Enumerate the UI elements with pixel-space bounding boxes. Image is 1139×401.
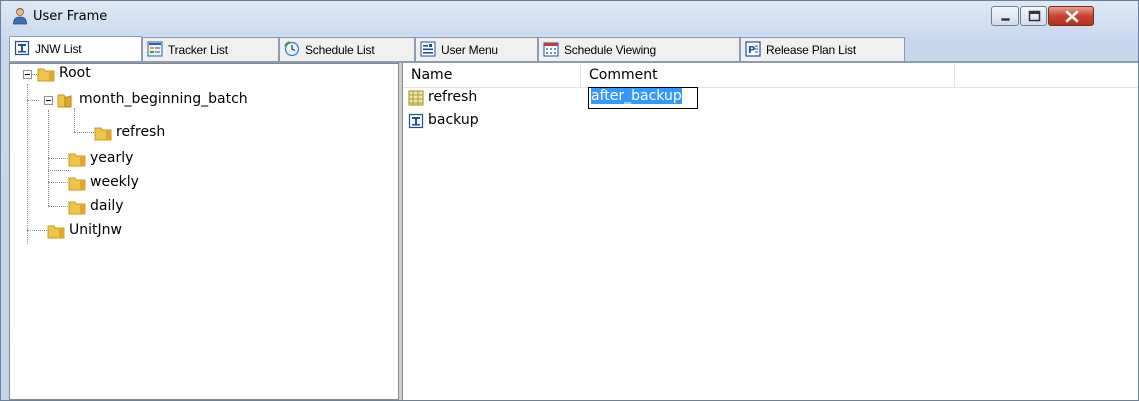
selected-text: after_backup — [591, 88, 682, 104]
folder-icon — [68, 153, 86, 167]
folder-icon — [47, 225, 65, 239]
tab-label: JNW List — [35, 42, 82, 56]
tree-line — [27, 100, 39, 101]
tree-node-label: yearly — [90, 150, 134, 166]
tab-label: Schedule List — [305, 43, 375, 57]
tree-node-label: UnitJnw — [69, 222, 122, 238]
tree-node-label: weekly — [90, 174, 139, 190]
tracker-icon — [147, 41, 163, 57]
table-row[interactable]: refresh after_backup — [403, 87, 1138, 109]
close-icon — [1065, 10, 1079, 23]
content-area: Root month_beginning_batch refresh yearl… — [9, 61, 1138, 400]
tree-line — [27, 84, 28, 230]
tree-line — [48, 158, 68, 159]
tree-line — [74, 108, 75, 132]
tree-node-label: refresh — [116, 124, 166, 140]
comment-edit-field[interactable]: after_backup — [588, 87, 698, 109]
calendar-icon — [543, 41, 559, 57]
tab-schedule-viewing[interactable]: Schedule Viewing — [538, 37, 740, 61]
tree-line — [48, 206, 68, 207]
window-title: User Frame — [33, 9, 108, 24]
jnw-icon — [408, 113, 424, 129]
tab-label: Schedule Viewing — [564, 43, 656, 57]
tree-line — [27, 230, 47, 231]
column-header-label: Name — [411, 67, 453, 83]
tab-tracker-list[interactable]: Tracker List — [142, 37, 279, 61]
jobnet-icon — [408, 90, 424, 106]
tab-release-plan-list[interactable]: P Release Plan List — [740, 37, 905, 61]
folder-icon — [68, 201, 86, 215]
jnw-list-view[interactable]: Name Comment refresh after_backup backup — [402, 63, 1138, 400]
close-button[interactable] — [1048, 6, 1094, 26]
folder-icon — [68, 177, 86, 191]
tab-user-menu[interactable]: User Menu — [415, 37, 538, 61]
tree-node-label: Root — [59, 65, 91, 81]
column-header-comment[interactable]: Comment — [581, 63, 954, 87]
open-folder-icon — [57, 94, 72, 108]
minimize-icon — [1000, 17, 1011, 22]
column-header-name[interactable]: Name — [403, 63, 580, 87]
maximize-button[interactable] — [1020, 6, 1047, 26]
user-frame-window: User Frame JNW List Tracker List Schedul… — [0, 0, 1139, 401]
minimize-button[interactable] — [991, 6, 1019, 26]
jnw-tree[interactable]: Root month_beginning_batch refresh yearl… — [9, 63, 399, 400]
tree-line — [74, 132, 94, 133]
collapse-toggle[interactable] — [23, 70, 32, 79]
tree-node-label: month_beginning_batch — [79, 91, 248, 107]
column-divider[interactable] — [954, 63, 955, 87]
schedule-icon — [284, 41, 300, 57]
list-header: Name Comment — [403, 63, 1138, 88]
table-row[interactable]: backup — [403, 110, 1138, 132]
user-menu-icon — [420, 41, 436, 57]
tab-label: Tracker List — [168, 43, 228, 57]
jnw-icon — [14, 40, 30, 56]
tab-jnw-list[interactable]: JNW List — [9, 36, 142, 62]
column-header-label: Comment — [589, 67, 658, 83]
row-name: backup — [428, 112, 479, 128]
tree-line — [48, 110, 49, 206]
comment-cell[interactable]: after_backup — [588, 87, 698, 109]
folder-icon — [94, 127, 112, 141]
tree-line — [48, 170, 69, 171]
tab-schedule-list[interactable]: Schedule List — [279, 37, 415, 61]
tab-label: Release Plan List — [766, 43, 856, 57]
release-plan-icon: P — [745, 41, 761, 57]
collapse-toggle[interactable] — [44, 96, 53, 105]
tab-label: User Menu — [441, 43, 498, 57]
maximize-icon — [1028, 10, 1041, 22]
user-icon — [11, 7, 29, 25]
row-name: refresh — [428, 89, 478, 105]
tree-node-label: daily — [90, 198, 124, 214]
svg-text:P: P — [748, 45, 755, 56]
title-bar[interactable]: User Frame — [1, 1, 1138, 33]
tree-line — [48, 182, 68, 183]
folder-icon — [37, 68, 55, 82]
